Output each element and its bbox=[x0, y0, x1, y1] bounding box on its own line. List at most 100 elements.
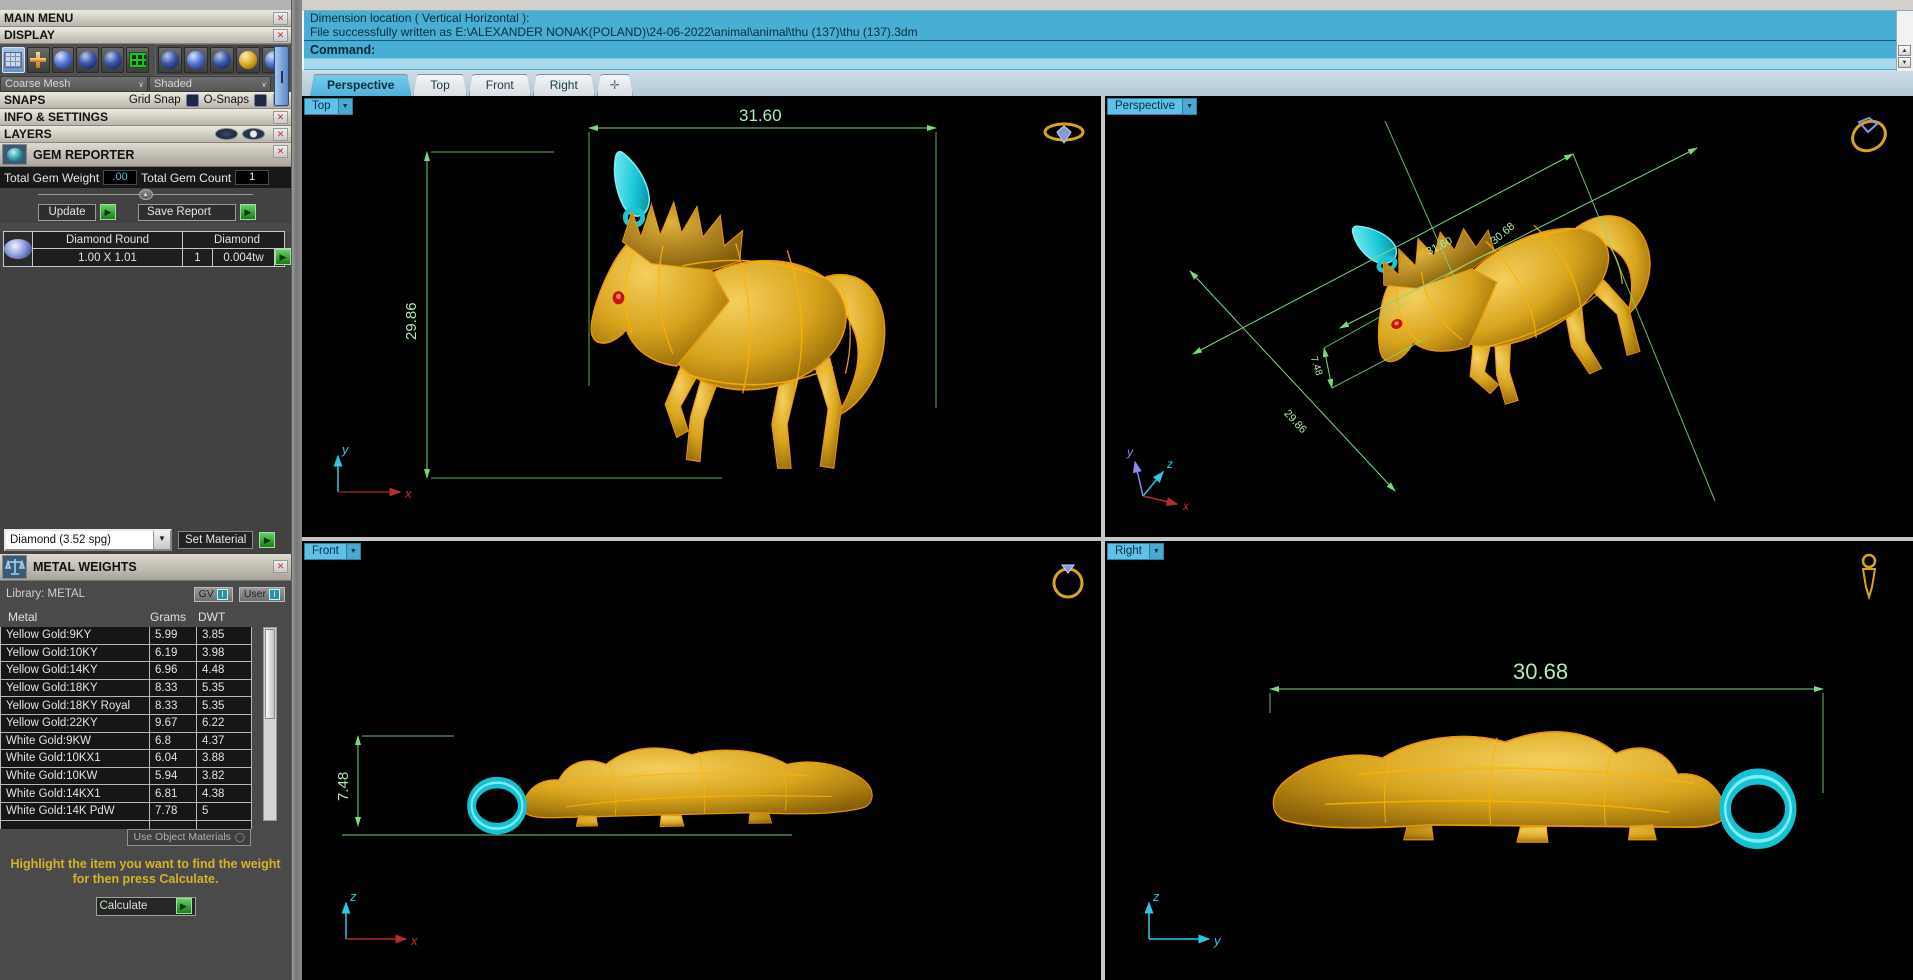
viewport-front-label[interactable]: Front ▼ bbox=[304, 543, 361, 560]
front-view-scene: 7.48 z x bbox=[335, 564, 1084, 948]
table-row[interactable]: White Gold:14KX1 6.81 4.38 bbox=[0, 785, 291, 803]
total-gem-count-label: Total Gem Count bbox=[141, 170, 232, 185]
panel-handle-button[interactable] bbox=[274, 46, 289, 106]
close-icon[interactable]: ✕ bbox=[273, 111, 288, 124]
close-icon[interactable]: ✕ bbox=[273, 29, 288, 42]
material-combo-value: Diamond (3.52 spg) bbox=[10, 534, 111, 546]
table-row[interactable]: Yellow Gold:18KY 8.33 5.35 bbox=[0, 679, 291, 698]
chevron-down-icon[interactable]: ▼ bbox=[345, 543, 361, 560]
dropdown-arrow-icon[interactable]: ▼ bbox=[153, 531, 170, 549]
viewport-tab[interactable]: Top bbox=[413, 74, 466, 96]
close-icon[interactable]: ✕ bbox=[273, 12, 288, 25]
perspective-view-scene: 31.60 30.68 29.86 7.48 y z x bbox=[1126, 96, 1887, 513]
command-area[interactable]: Dimension location ( Vertical Horizontal… bbox=[302, 10, 1913, 71]
gold-sphere-icon[interactable] bbox=[235, 47, 260, 73]
svg-text:x: x bbox=[1182, 499, 1190, 513]
table-row[interactable]: Yellow Gold:14KY 6.96 4.48 bbox=[0, 662, 291, 680]
spin-up-icon[interactable]: ▲ bbox=[1898, 45, 1911, 56]
mesh-quality-dropdown[interactable]: Coarse Mesh ∨ bbox=[0, 76, 148, 92]
command-history-line: Dimension location ( Vertical Horizontal… bbox=[310, 11, 530, 25]
gv-button[interactable]: GV I bbox=[193, 586, 233, 602]
gem-reporter-icon bbox=[2, 144, 27, 165]
total-gem-weight-label: Total Gem Weight bbox=[4, 170, 100, 185]
use-object-materials-checkbox[interactable]: Use Object Materials ◯ bbox=[127, 828, 251, 846]
gem-reporter-header[interactable]: GEM REPORTER ✕ bbox=[0, 143, 291, 167]
close-icon[interactable]: ✕ bbox=[273, 145, 288, 158]
shade-mode-dropdown[interactable]: Shaded ∨ bbox=[149, 76, 271, 92]
table-row[interactable]: White Gold:9KW 6.8 4.37 bbox=[0, 732, 291, 751]
table-row[interactable]: Yellow Gold:22KY 9.67 6.22 bbox=[0, 714, 291, 733]
table-row[interactable]: White Gold:10KX1 6.04 3.88 bbox=[0, 750, 291, 768]
spin-down-icon[interactable]: ▼ bbox=[1898, 57, 1911, 68]
material-combo[interactable]: Diamond (3.52 spg) ▼ bbox=[4, 529, 172, 551]
axis-indicator: z x bbox=[341, 889, 418, 948]
gem-profile-thumbnail bbox=[1861, 553, 1877, 601]
grid-select-icon[interactable] bbox=[2, 47, 25, 73]
grid-snap-checkbox[interactable] bbox=[185, 93, 199, 107]
svg-text:x: x bbox=[404, 486, 412, 501]
viewport-top-label[interactable]: Top ▼ bbox=[304, 98, 353, 115]
table-row[interactable]: Yellow Gold:9KY 5.99 3.85 bbox=[0, 627, 291, 645]
o-snaps-checkbox[interactable] bbox=[254, 93, 267, 107]
table-scrollbar[interactable] bbox=[263, 627, 277, 821]
viewport-right-label[interactable]: Right ▼ bbox=[1107, 543, 1164, 560]
flat-grid-icon[interactable] bbox=[126, 47, 149, 73]
table-row[interactable]: Yellow Gold:18KY Royal 8.33 5.35 bbox=[0, 697, 291, 715]
save-report-button[interactable]: Save Report bbox=[138, 203, 236, 221]
metal-weights-table: Yellow Gold:9KY 5.99 3.85 Yellow Gold:10… bbox=[0, 627, 291, 829]
viewport-perspective[interactable]: Perspective ▼ 31.60 30.68 29.86 7.48 y z… bbox=[1105, 96, 1913, 537]
info-settings-header[interactable]: INFO & SETTINGS ✕ bbox=[0, 109, 291, 126]
table-row[interactable]: White Gold:10KW 5.94 3.82 bbox=[0, 767, 291, 786]
viewport-tab[interactable]: Right bbox=[533, 74, 595, 96]
metal-weights-header[interactable]: METAL WEIGHTS ✕ bbox=[0, 554, 291, 581]
viewport-top[interactable]: Top ▼ 31.60 29.86 y x bbox=[302, 96, 1101, 537]
rendered-view-icon[interactable] bbox=[101, 47, 125, 73]
chevron-down-icon[interactable]: ▼ bbox=[337, 98, 353, 115]
table-row[interactable]: White Gold:14K PdW 7.78 5 bbox=[0, 802, 291, 821]
update-go-icon[interactable]: ▶ bbox=[100, 204, 116, 220]
add-viewport-tab[interactable]: ✛ bbox=[597, 74, 633, 96]
panel-splitter[interactable] bbox=[291, 0, 302, 980]
wireframe-view-icon[interactable] bbox=[51, 47, 75, 73]
viewport-tab[interactable]: Front bbox=[469, 74, 531, 96]
command-input[interactable] bbox=[304, 58, 1913, 69]
display-header[interactable]: DISPLAY ✕ bbox=[0, 27, 291, 44]
gv-toggle-icon[interactable]: I bbox=[216, 588, 228, 600]
main-menu-header[interactable]: MAIN MENU ✕ bbox=[0, 10, 291, 27]
calculate-go-icon[interactable]: ▶ bbox=[175, 898, 192, 915]
chevron-down-icon[interactable]: ▼ bbox=[1148, 543, 1164, 560]
shaded-sphere-icon[interactable] bbox=[183, 47, 208, 73]
gem-totals-bar: Total Gem Weight .00 Total Gem Count 1 bbox=[0, 167, 291, 188]
shaded-view-icon[interactable] bbox=[76, 47, 100, 73]
user-button[interactable]: User I bbox=[238, 586, 285, 602]
viewport-right[interactable]: Right ▼ 30.68 z y bbox=[1105, 541, 1913, 980]
close-icon[interactable]: ✕ bbox=[273, 560, 288, 573]
collapse-icon[interactable]: ▲ bbox=[138, 189, 153, 200]
calculate-button[interactable]: Calculate ▶ bbox=[95, 896, 196, 916]
layers-header[interactable]: LAYERS ✕ bbox=[0, 126, 291, 143]
eye-closed-icon[interactable] bbox=[215, 128, 238, 140]
save-report-go-icon[interactable]: ▶ bbox=[240, 204, 256, 220]
calculate-row: Calculate ▶ bbox=[0, 889, 291, 916]
dwt-cell: 5.35 bbox=[197, 679, 252, 698]
close-icon[interactable]: ✕ bbox=[273, 128, 288, 141]
user-toggle-icon[interactable]: I bbox=[269, 588, 280, 600]
ghosted-sphere-icon[interactable] bbox=[157, 47, 182, 73]
command-scrollbar[interactable]: ▲ ▼ bbox=[1896, 11, 1913, 71]
xray-sphere-icon[interactable] bbox=[209, 47, 234, 73]
total-gem-weight-value[interactable]: .00 bbox=[103, 170, 138, 185]
table-row[interactable]: Yellow Gold:10KY 6.19 3.98 bbox=[0, 644, 291, 663]
viewport-tab[interactable]: Perspective bbox=[310, 74, 411, 96]
eye-open-icon[interactable] bbox=[242, 128, 265, 140]
snaps-header[interactable]: SNAPS Grid Snap O-Snaps ✕ bbox=[0, 92, 291, 109]
gem-row-go-icon[interactable]: ▶ bbox=[275, 249, 291, 265]
update-button[interactable]: Update bbox=[38, 203, 96, 221]
set-material-button[interactable]: Set Material bbox=[178, 531, 254, 549]
gem-table[interactable]: Diamond Round Diamond 1.00 X 1.01 1 0.00… bbox=[3, 231, 291, 267]
set-material-go-icon[interactable]: ▶ bbox=[259, 532, 276, 548]
viewport-front[interactable]: Front ▼ 7.48 z x bbox=[302, 541, 1101, 980]
move-cross-icon[interactable] bbox=[26, 47, 50, 73]
viewport-perspective-label[interactable]: Perspective ▼ bbox=[1107, 98, 1198, 115]
total-gem-count-value[interactable]: 1 bbox=[235, 170, 270, 185]
chevron-down-icon[interactable]: ▼ bbox=[1182, 98, 1198, 115]
